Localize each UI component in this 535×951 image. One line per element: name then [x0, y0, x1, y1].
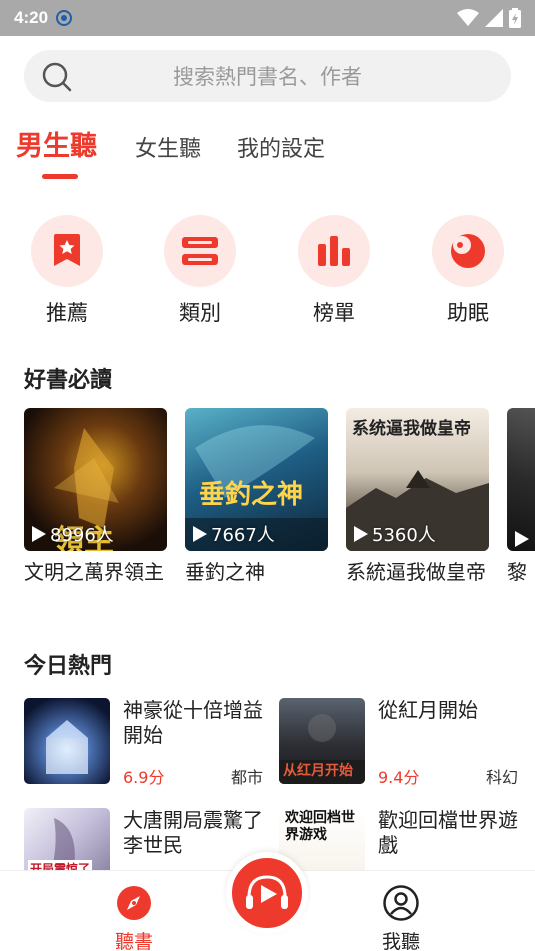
battery-icon [509, 8, 521, 28]
book-title: 文明之萬界領主 [24, 560, 164, 584]
book-title: 系統逼我做皇帝 [346, 560, 486, 584]
cover-art [46, 720, 88, 774]
search-icon [42, 62, 72, 92]
star-bookmark-icon [54, 234, 80, 266]
quick-ranking[interactable]: 榜單 [289, 215, 379, 327]
book-card[interactable]: 系统逼我做皇帝 5360人 系統逼我做皇帝 [346, 408, 489, 585]
nav-listen[interactable]: 聽書 [104, 885, 164, 951]
hot-genre: 科幻 [485, 768, 518, 787]
listen-count: 7667人 [193, 521, 275, 547]
listen-count: 8996人 [32, 521, 114, 547]
signal-icon [485, 9, 503, 27]
listen-count [515, 531, 529, 547]
nav-label: 我聽 [381, 931, 420, 951]
book-title: 垂釣之神 [185, 560, 265, 584]
section-title-must-read: 好書必讀 [24, 368, 113, 393]
hot-score: 9.4分 [378, 768, 420, 787]
player-button[interactable] [226, 852, 308, 934]
status-bar: 4:20 [0, 0, 535, 36]
play-icon [354, 526, 368, 542]
book-cover [507, 408, 535, 551]
book-card[interactable]: 垂釣之神 7667人 垂釣之神 [185, 408, 328, 585]
headphone-play-icon [246, 875, 288, 909]
book-card[interactable]: 領主 8996人 文明之萬界領主 [24, 408, 167, 585]
search-bar[interactable]: 搜索熱門書名、作者 [24, 50, 511, 102]
active-tab-indicator [42, 174, 78, 179]
cover-title-text: 从红月开始 [283, 763, 353, 779]
search-placeholder: 搜索熱門書名、作者 [173, 65, 362, 89]
play-icon [32, 526, 46, 542]
cover-title-text: 系统逼我做皇帝 [352, 419, 471, 439]
play-icon [193, 526, 207, 542]
category-tabs: 男生聽 女生聽 我的設定 [16, 124, 361, 163]
book-cover: 垂釣之神 7667人 [185, 408, 328, 551]
status-time: 4:20 [14, 8, 49, 27]
section-title-hot: 今日熱門 [24, 654, 113, 679]
book-card[interactable]: 黎 [507, 408, 535, 585]
book-cover: 系统逼我做皇帝 5360人 [346, 408, 489, 551]
quick-label: 推薦 [46, 301, 88, 325]
listen-count: 5360人 [354, 521, 436, 547]
user-icon [383, 885, 419, 921]
nav-me[interactable]: 我聽 [371, 885, 431, 951]
cover-title-text: 欢迎回档世界游戏 [285, 810, 355, 843]
book-cover: 領主 8996人 [24, 408, 167, 551]
quick-entries: 推薦 類別 榜單 助眠 [0, 215, 535, 325]
status-icons [457, 8, 521, 28]
quick-sleep[interactable]: 助眠 [423, 215, 513, 327]
hot-genre: 都市 [230, 768, 263, 787]
compass-icon [117, 886, 151, 920]
hot-cover: 从红月开始 [279, 698, 365, 784]
hot-title: 從紅月開始 [378, 698, 478, 722]
quick-label: 榜單 [313, 301, 355, 325]
hot-score: 6.9分 [123, 768, 165, 787]
cover-title-text: 垂釣之神 [199, 480, 304, 510]
moon-sleep-icon [451, 234, 485, 268]
tab-my-settings[interactable]: 我的設定 [237, 131, 325, 163]
book-title: 黎 [507, 560, 527, 584]
quick-label: 類別 [179, 301, 221, 325]
category-icon [182, 237, 218, 265]
hot-item[interactable]: 神豪從十倍增益開始 6.9分 都市 [24, 698, 264, 788]
must-read-list: 領主 8996人 文明之萬界領主 垂釣之神 7667人 垂釣之神 系统逼我做皇帝… [24, 408, 535, 585]
tab-female[interactable]: 女生聽 [135, 131, 201, 163]
hot-title: 大唐開局震驚了李世民 [123, 808, 263, 857]
quick-label: 助眠 [447, 301, 489, 325]
ranking-bars-icon [318, 236, 350, 266]
hot-title: 神豪從十倍增益開始 [123, 698, 263, 747]
hot-title: 歡迎回檔世界遊戲 [378, 808, 518, 857]
wifi-icon [457, 9, 479, 26]
play-icon [515, 531, 529, 547]
hot-row: 神豪從十倍增益開始 6.9分 都市 从红月开始 從紅月開始 9.4分 科幻 [24, 698, 535, 808]
tab-male[interactable]: 男生聽 [16, 124, 97, 163]
hot-item[interactable]: 从红月开始 從紅月開始 9.4分 科幻 [279, 698, 519, 788]
nav-label: 聽書 [114, 931, 153, 951]
app-notification-icon [56, 10, 73, 26]
quick-category[interactable]: 類別 [155, 215, 245, 327]
hot-cover [24, 698, 110, 784]
quick-recommend[interactable]: 推薦 [22, 215, 112, 327]
